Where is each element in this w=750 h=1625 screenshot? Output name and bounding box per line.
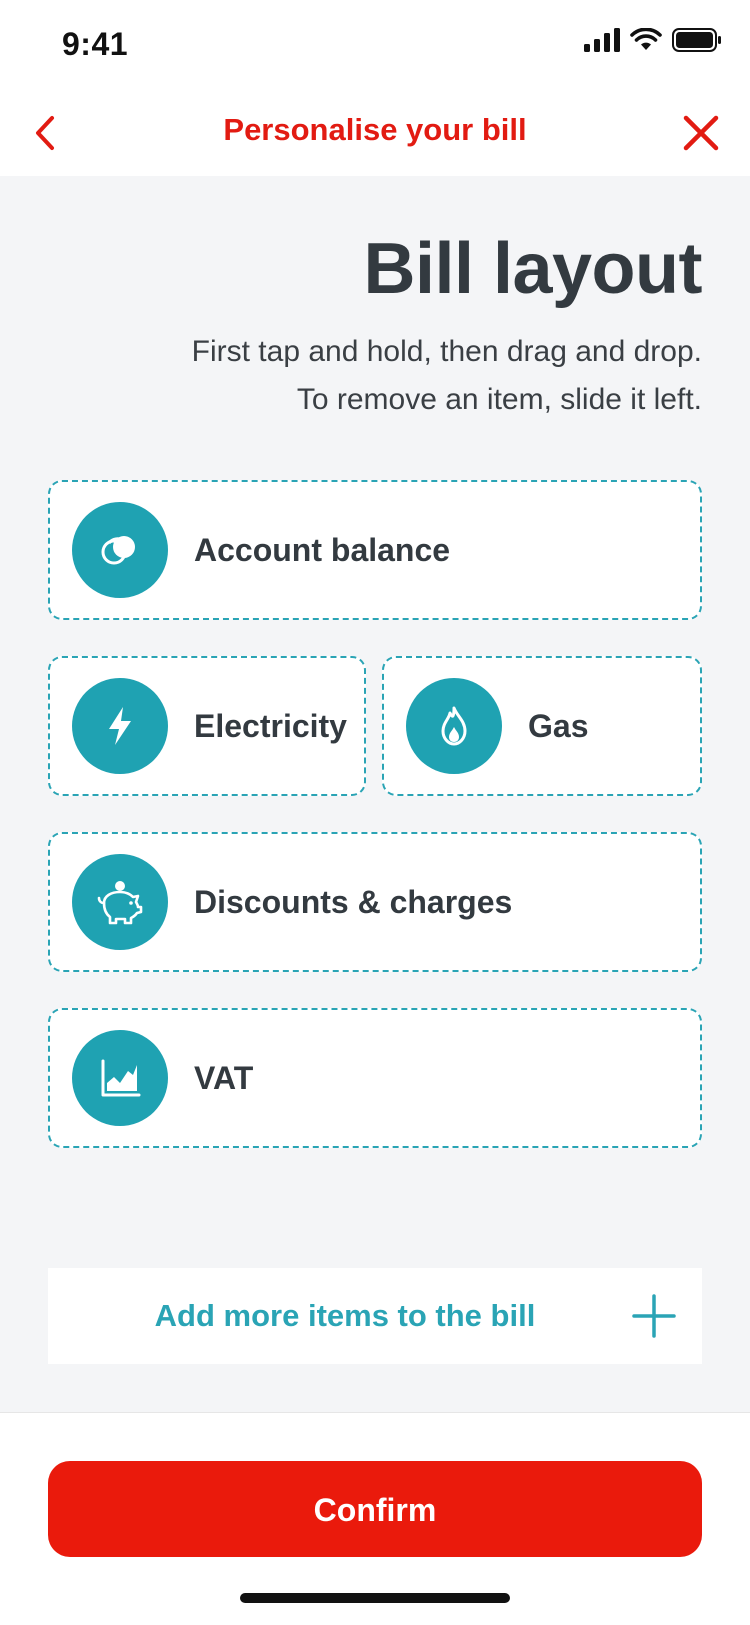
close-icon <box>683 115 719 151</box>
instruction-line: First tap and hold, then drag and drop. <box>191 335 702 368</box>
bill-item-label: Discounts & charges <box>194 883 513 920</box>
coins-icon <box>72 502 168 598</box>
confirm-button[interactable]: Confirm <box>48 1461 702 1557</box>
bill-item-label: Electricity <box>194 707 347 744</box>
bill-item-discounts-charges[interactable]: Discounts & charges <box>48 832 702 972</box>
wifi-icon <box>630 28 662 50</box>
status-bar: 9:41 <box>0 0 750 90</box>
bill-item-label: VAT <box>194 1059 254 1096</box>
area-chart-icon <box>72 1030 168 1126</box>
bill-layout-content: Bill layout First tap and hold, then dra… <box>0 176 750 1412</box>
signal-icon <box>584 28 620 52</box>
bill-item-account-balance[interactable]: Account balance <box>48 480 702 620</box>
bill-item-label: Account balance <box>194 531 451 568</box>
bottom-bar: Confirm <box>0 1412 750 1625</box>
add-more-items-button[interactable]: Add more items to the bill <box>48 1268 702 1364</box>
status-icons <box>584 28 722 52</box>
add-more-items-label: Add more items to the bill <box>154 1298 536 1333</box>
home-indicator[interactable] <box>240 1593 510 1603</box>
nav-title: Personalise your bill <box>223 112 527 147</box>
battery-icon <box>672 28 721 52</box>
page-title: Bill layout <box>363 229 702 309</box>
lightning-icon <box>72 678 168 774</box>
flame-icon <box>406 678 502 774</box>
instruction-line: To remove an item, slide it left. <box>296 383 702 416</box>
bill-item-electricity[interactable]: Electricity <box>48 656 366 796</box>
plus-icon <box>632 1294 676 1338</box>
status-time: 9:41 <box>62 26 129 62</box>
bill-item-label: Gas <box>528 707 589 744</box>
close-button[interactable] <box>678 110 724 156</box>
piggy-bank-icon <box>72 854 168 950</box>
instructions: First tap and hold, then drag and drop. … <box>192 328 702 424</box>
bill-item-vat[interactable]: VAT <box>48 1008 702 1148</box>
bill-item-gas[interactable]: Gas <box>382 656 702 796</box>
nav-bar: Personalise your bill <box>0 90 750 177</box>
